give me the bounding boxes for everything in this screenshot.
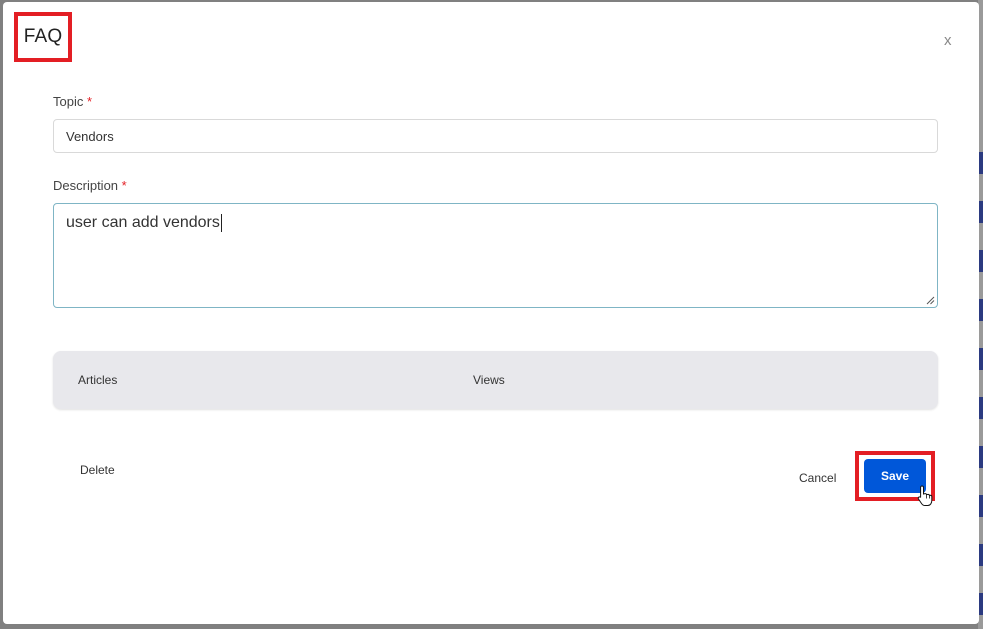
delete-button[interactable]: Delete bbox=[80, 463, 115, 477]
faq-modal: FAQ x Topic * Vendors Description * user… bbox=[3, 2, 979, 624]
close-button[interactable]: x bbox=[944, 32, 952, 49]
title-highlight: FAQ bbox=[14, 12, 72, 62]
topic-input-value: Vendors bbox=[66, 128, 114, 144]
column-header-views: Views bbox=[473, 373, 505, 387]
description-label-text: Description bbox=[53, 178, 119, 193]
topic-input[interactable]: Vendors bbox=[53, 119, 938, 153]
cancel-button[interactable]: Cancel bbox=[799, 471, 836, 485]
hand-pointer-icon bbox=[917, 485, 933, 506]
articles-table-header: Articles Views bbox=[53, 351, 938, 409]
description-label: Description * bbox=[53, 178, 127, 193]
description-textarea[interactable]: user can add vendors bbox=[53, 203, 938, 308]
required-mark: * bbox=[121, 178, 127, 193]
required-mark: * bbox=[86, 94, 93, 109]
modal-title: FAQ bbox=[23, 26, 63, 47]
topic-label-text: Topic bbox=[53, 94, 84, 109]
text-caret bbox=[220, 214, 222, 232]
column-header-articles: Articles bbox=[78, 373, 118, 387]
topic-label: Topic * bbox=[53, 94, 92, 109]
resize-handle-icon[interactable] bbox=[926, 296, 935, 305]
description-textarea-value: user can add vendors bbox=[66, 214, 220, 232]
